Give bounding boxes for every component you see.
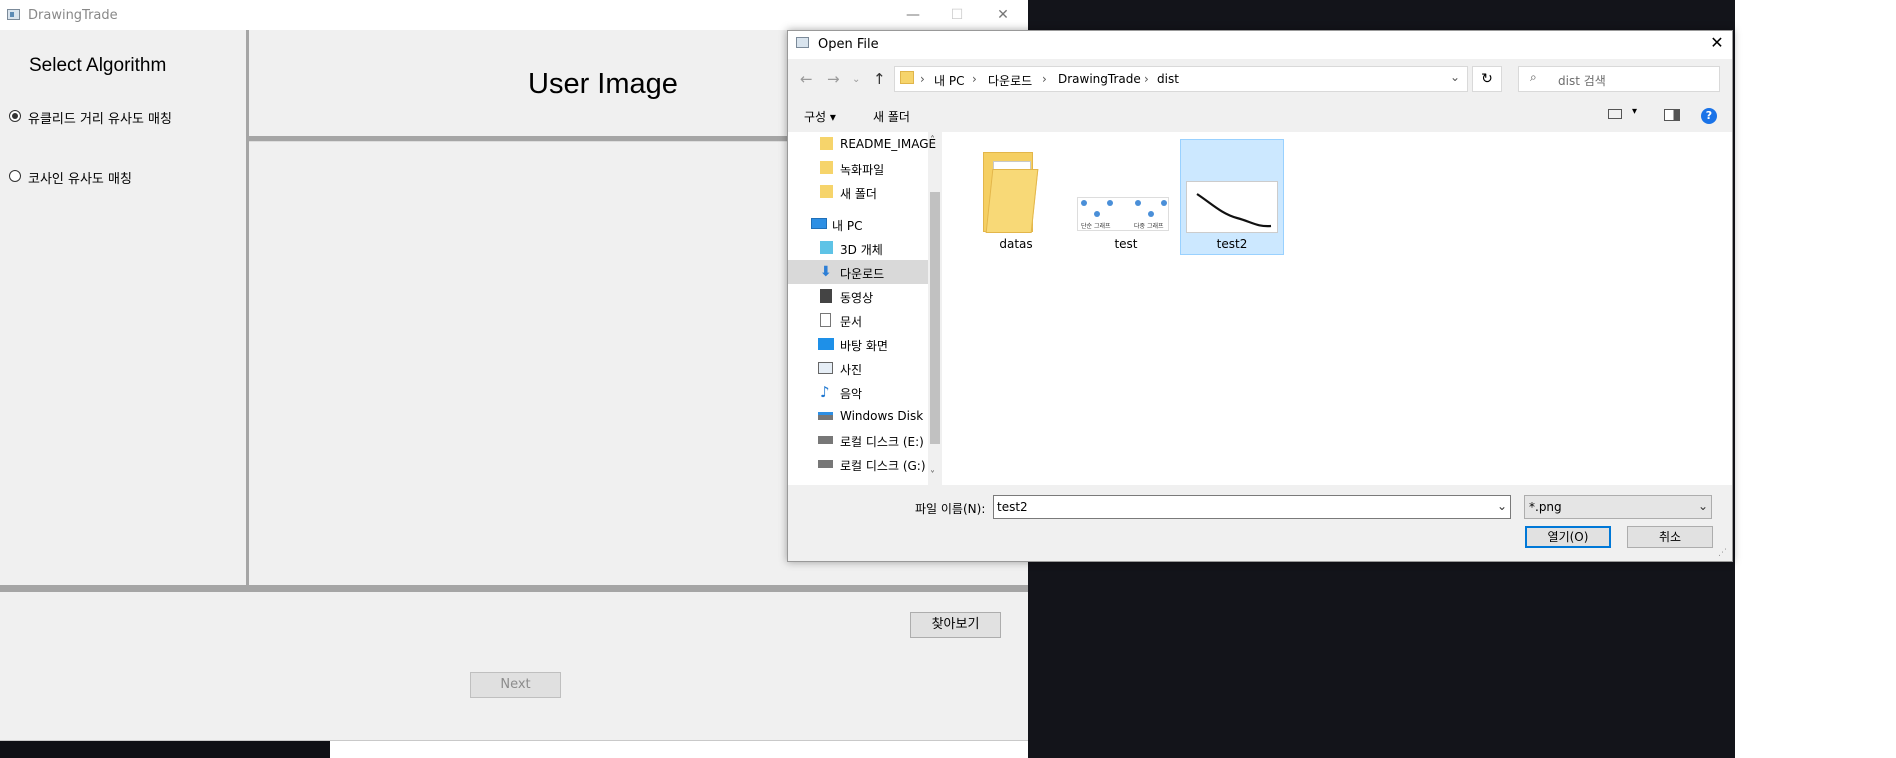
filename-dropdown-icon[interactable]: ⌄ [1497,499,1507,513]
address-dropdown-icon[interactable]: ⌄ [1450,70,1460,84]
file-item-datas[interactable]: datas [964,139,1068,255]
resize-grip-icon[interactable]: ⋰ [1718,548,1727,558]
desktop-icon [818,338,834,350]
minimize-button[interactable]: — [903,6,923,24]
file-type-select[interactable]: *.png [1524,495,1712,519]
nav-item-local-disk-e[interactable]: 로컬 디스크 (E:) [840,433,928,450]
search-icon: ⌕ [1530,70,1537,84]
maximize-button[interactable]: ☐ [947,6,967,24]
breadcrumb-separator-icon: › [972,72,977,86]
breadcrumb-item[interactable]: DrawingTrade [1058,72,1141,86]
nav-item-readme-image[interactable]: README_IMAGE [840,137,936,151]
nav-item-desktop[interactable]: 바탕 화면 [840,337,888,354]
cosine-radio[interactable] [9,170,21,182]
app-title: DrawingTrade [28,8,118,23]
image-thumbnail: 단순 그래프 다중 그래프 [1077,197,1169,231]
nav-item-this-pc[interactable]: 내 PC [832,217,862,234]
nav-scrollbar-thumb[interactable] [930,192,940,444]
video-icon [820,289,832,303]
refresh-button[interactable]: ↻ [1472,66,1502,92]
preview-pane-icon[interactable] [1664,109,1680,121]
organize-menu[interactable]: 구성 ▾ [804,108,836,125]
file-label: datas [999,237,1033,251]
address-bar[interactable] [894,66,1468,92]
select-algorithm-title: Select Algorithm [29,55,167,76]
thumb-caption: 다중 그래프 [1134,223,1164,230]
breadcrumb-item[interactable]: 다운로드 [988,72,1032,89]
view-options-icon[interactable] [1608,109,1622,119]
file-label: test2 [1216,237,1248,251]
breadcrumb-item[interactable]: dist [1157,72,1179,86]
folder-icon [820,161,833,174]
open-button[interactable]: 열기(O) [1525,526,1611,548]
drive-icon [818,412,833,420]
nav-item-local-disk-g[interactable]: 로컬 디스크 (G:) [840,457,928,474]
up-arrow-icon[interactable]: ↑ [873,70,886,88]
folder-icon [820,137,833,150]
next-button[interactable]: Next [470,672,561,698]
pictures-icon [818,362,833,374]
file-type-dropdown-icon[interactable]: ⌄ [1698,499,1708,513]
nav-item-pictures[interactable]: 사진 [840,361,862,378]
cancel-button[interactable]: 취소 [1627,526,1713,548]
drive-icon [818,436,833,444]
close-button[interactable]: ✕ [993,6,1013,24]
scroll-down-icon[interactable]: ˅ [930,470,935,481]
help-icon[interactable]: ? [1701,108,1717,124]
breadcrumb-item[interactable]: 내 PC [934,72,964,89]
dialog-icon [796,37,809,48]
nav-item-3d-objects[interactable]: 3D 개체 [840,241,883,258]
filename-label: 파일 이름(N): [915,502,986,516]
download-icon: ⬇ [820,264,832,280]
desktop-background-strip [0,738,330,758]
search-box[interactable] [1518,66,1720,92]
back-arrow-icon[interactable]: ← [800,70,813,88]
browse-button[interactable]: 찾아보기 [910,612,1001,638]
dialog-close-button[interactable]: ✕ [1706,32,1728,54]
cosine-radio-label[interactable]: 코사인 유사도 매칭 [28,168,132,187]
folder-icon [900,71,914,84]
view-dropdown-icon[interactable]: ▾ [1632,106,1637,117]
drive-icon [818,460,833,468]
app-titlebar [0,0,1028,30]
3d-objects-icon [820,241,833,254]
nav-item-recordings[interactable]: 녹화파일 [840,161,884,178]
nav-item-downloads[interactable]: 다운로드 [840,265,884,282]
user-image-title: User Image [528,68,678,100]
bottom-panel [0,592,1028,740]
app-icon [7,9,20,20]
breadcrumb-separator-icon: › [920,72,925,86]
new-folder-button[interactable]: 새 폴더 [873,108,910,125]
forward-arrow-icon[interactable]: → [827,70,840,88]
folder-front-icon [985,169,1039,233]
thumb-caption: 단순 그래프 [1081,223,1111,230]
image-thumbnail [1186,181,1278,233]
divider [0,585,1028,592]
nav-item-music[interactable]: 음악 [840,385,862,402]
computer-icon [811,218,827,229]
nav-item-new-folder[interactable]: 새 폴더 [840,185,877,202]
file-item-test[interactable]: 단순 그래프 다중 그래프 test [1074,139,1178,255]
breadcrumb-separator-icon: › [1042,72,1047,86]
euclidean-radio-label[interactable]: 유클리드 거리 유사도 매칭 [28,108,172,127]
search-placeholder[interactable]: dist 검색 [1558,72,1606,89]
filename-input[interactable]: test2 [993,495,1511,519]
euclidean-radio[interactable] [9,110,21,122]
breadcrumb-separator-icon: › [1144,72,1149,86]
folder-icon [820,185,833,198]
file-label: test [1114,237,1138,251]
nav-item-windows-disk[interactable]: Windows Disk ( [840,409,928,423]
dialog-titlebar [788,31,1732,59]
nav-item-videos[interactable]: 동영상 [840,289,873,306]
recent-dropdown-icon[interactable]: ⌄ [852,74,860,85]
document-icon [820,313,831,327]
dialog-title: Open File [818,37,879,52]
file-item-test2[interactable]: test2 [1180,139,1284,255]
nav-item-documents[interactable]: 문서 [840,313,862,330]
music-icon: ♪ [820,383,830,401]
